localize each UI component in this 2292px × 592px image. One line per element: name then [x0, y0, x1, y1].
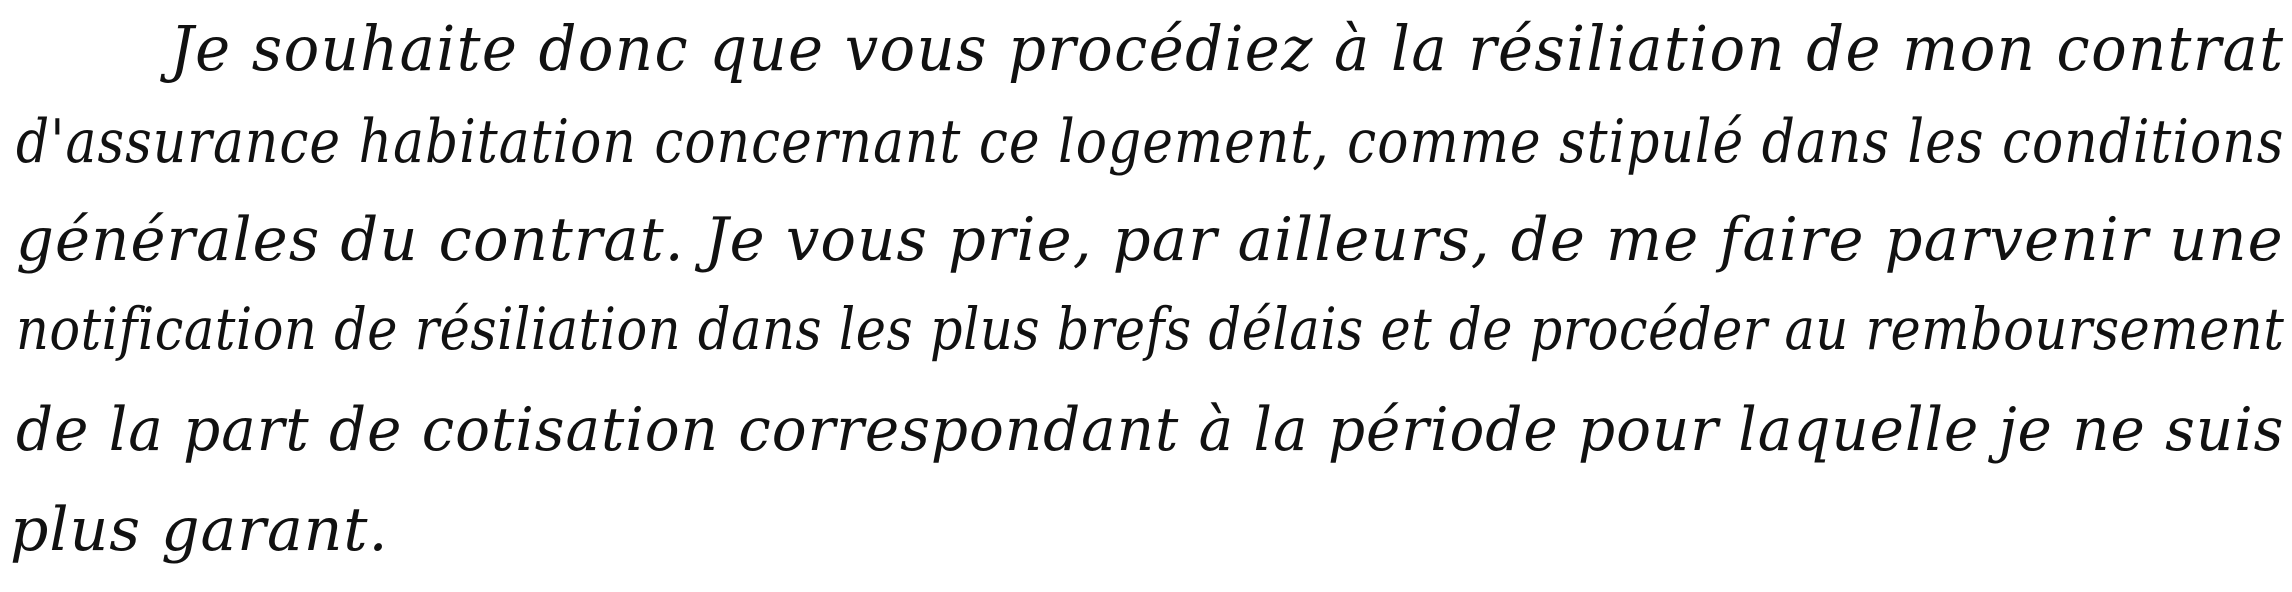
handwritten-line-3: générales du contrat. Je vous prie, par …	[16, 205, 2284, 275]
handwritten-line-6: plus garant.	[10, 495, 389, 565]
handwritten-letter-page: Je souhaite donc que vous procédiez à la…	[0, 0, 2292, 592]
handwritten-line-2: d'assurance habitation concernant ce log…	[16, 107, 2285, 177]
handwritten-line-5: de la part de cotisation correspondant à…	[16, 395, 2285, 465]
handwritten-line-4: notification de résiliation dans les plu…	[16, 295, 2285, 363]
handwritten-line-1: Je souhaite donc que vous procédiez à la…	[170, 12, 2285, 85]
